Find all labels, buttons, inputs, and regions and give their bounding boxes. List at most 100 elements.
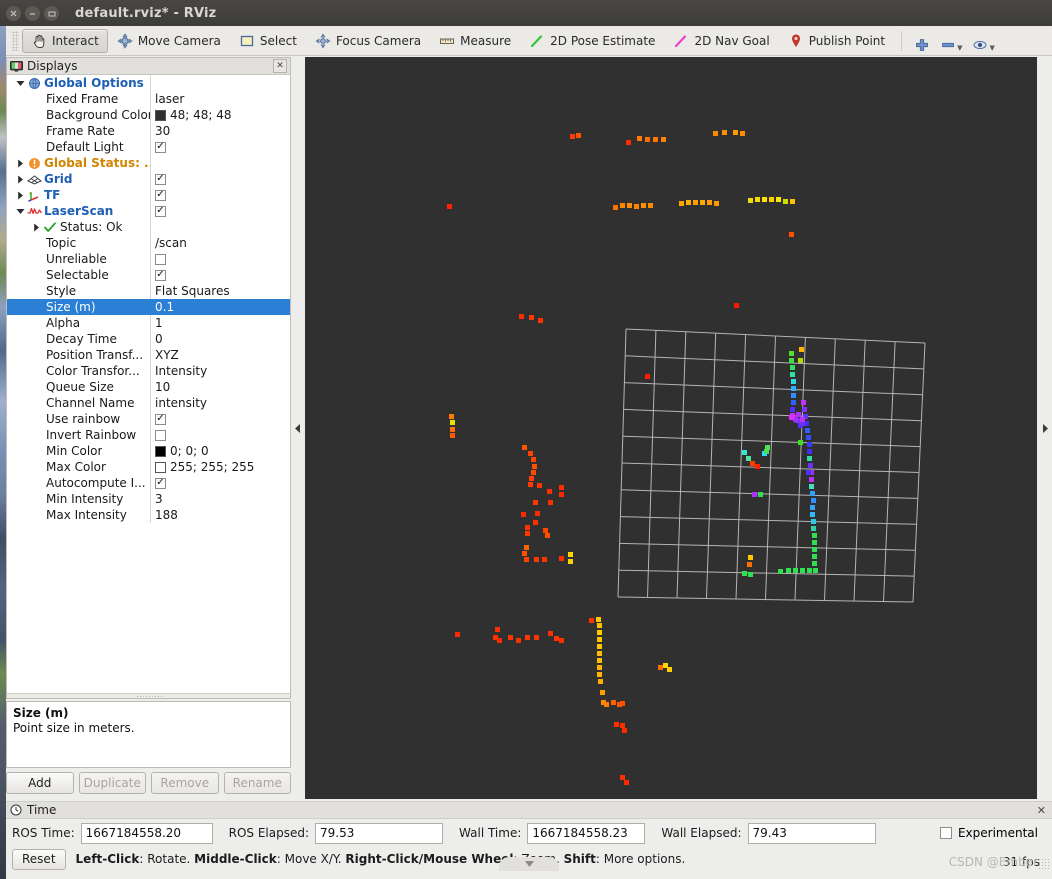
reset-button[interactable]: Reset	[12, 848, 66, 870]
color-swatch[interactable]	[155, 109, 166, 121]
tool-move-camera[interactable]: Move Camera	[108, 29, 230, 53]
close-icon[interactable]: ✕	[1037, 804, 1048, 817]
display-row[interactable]: Decay Time 0	[7, 331, 290, 347]
display-row-value-cell[interactable]: XYZ	[150, 347, 290, 363]
chevron-down-icon[interactable]: ▼	[989, 44, 994, 52]
display-enabled-checkbox[interactable]: ✓	[155, 173, 166, 185]
add-button[interactable]: Add	[6, 772, 74, 794]
display-row-value-cell[interactable]: 0; 0; 0	[150, 443, 290, 459]
display-row[interactable]: Selectable ✓	[7, 267, 290, 283]
display-row[interactable]: Channel Name intensity	[7, 395, 290, 411]
tool-select[interactable]: Select	[230, 29, 306, 53]
color-swatch[interactable]	[155, 461, 166, 473]
display-row-value-cell[interactable]: 30	[150, 123, 290, 139]
display-enabled-checkbox[interactable]: ✓	[155, 269, 166, 281]
display-row[interactable]: Size (m) 0.1	[7, 299, 290, 315]
chevron-right-icon[interactable]	[31, 223, 42, 232]
display-row-value-cell[interactable]: ✓	[150, 171, 290, 187]
chevron-right-icon[interactable]	[15, 191, 26, 200]
display-row[interactable]: Fixed Frame laser	[7, 91, 290, 107]
chevron-down-icon[interactable]: ▼	[957, 44, 962, 52]
tool-focus-camera[interactable]: Focus Camera	[306, 29, 430, 53]
display-enabled-checkbox[interactable]: ✓	[155, 189, 166, 201]
display-row[interactable]: Queue Size 10	[7, 379, 290, 395]
display-row-value-cell[interactable]: 255; 255; 255	[150, 459, 290, 475]
tool-publish-point[interactable]: Publish Point	[779, 29, 894, 53]
display-row[interactable]: TF ✓	[7, 187, 290, 203]
3d-render-view[interactable]	[304, 57, 1037, 799]
display-row[interactable]: Global Options	[7, 75, 290, 91]
display-row[interactable]: Unreliable	[7, 251, 290, 267]
chevron-down-icon[interactable]	[15, 208, 26, 215]
display-row-value-cell[interactable]: ✓	[150, 411, 290, 427]
display-enabled-checkbox[interactable]: ✓	[155, 141, 166, 153]
chevron-down-icon[interactable]	[15, 80, 26, 87]
right-panel-collapse-handle[interactable]	[1037, 57, 1051, 799]
display-row-value-cell[interactable]: /scan	[150, 235, 290, 251]
display-enabled-checkbox[interactable]	[155, 253, 166, 265]
wall-time-input[interactable]: 1667184558.23	[527, 822, 646, 844]
display-row[interactable]: Background Color 48; 48; 48	[7, 107, 290, 123]
display-enabled-checkbox[interactable]: ✓	[155, 205, 166, 217]
display-row[interactable]: Min Color 0; 0; 0	[7, 443, 290, 459]
display-row-value-cell[interactable]	[150, 75, 290, 91]
display-row[interactable]: Invert Rainbow	[7, 427, 290, 443]
tool-2d-nav-goal[interactable]: 2D Nav Goal	[664, 29, 778, 53]
display-enabled-checkbox[interactable]	[155, 429, 166, 441]
experimental-checkbox[interactable]	[939, 827, 952, 839]
display-row-value-cell[interactable]: ✓	[150, 267, 290, 283]
display-row-value-cell[interactable]: ✓	[150, 203, 290, 219]
ros-elapsed-input[interactable]: 79.53	[315, 822, 444, 844]
maximize-icon[interactable]	[44, 5, 59, 21]
display-row-value-cell[interactable]: ✓	[150, 475, 290, 491]
display-row-value-cell[interactable]: 48; 48; 48	[150, 107, 290, 123]
display-row[interactable]: Status: Ok	[7, 219, 290, 235]
display-row-value-cell[interactable]: 0	[150, 331, 290, 347]
tool-2d-pose-estimate[interactable]: 2D Pose Estimate	[520, 29, 664, 53]
minimize-icon[interactable]	[25, 5, 40, 21]
display-row-value-cell[interactable]: Flat Squares	[150, 283, 290, 299]
display-row[interactable]: Style Flat Squares	[7, 283, 290, 299]
display-row[interactable]: Default Light ✓	[7, 139, 290, 155]
ros-time-input[interactable]: 1667184558.20	[80, 822, 213, 844]
display-enabled-checkbox[interactable]: ✓	[155, 413, 166, 425]
display-row[interactable]: Grid ✓	[7, 171, 290, 187]
view-tool-button[interactable]: ▼	[967, 29, 999, 53]
left-panel-collapse-handle[interactable]	[291, 57, 305, 799]
display-row[interactable]: Alpha 1	[7, 315, 290, 331]
display-row-value-cell[interactable]: Intensity	[150, 363, 290, 379]
chevron-right-icon[interactable]	[15, 159, 26, 168]
display-row-value-cell[interactable]: intensity	[150, 395, 290, 411]
panel-tab-nub[interactable]	[499, 857, 559, 871]
wall-elapsed-input[interactable]: 79.43	[747, 822, 876, 844]
close-icon[interactable]	[6, 5, 21, 21]
experimental-toggle[interactable]: Experimental	[939, 826, 1046, 840]
display-enabled-checkbox[interactable]: ✓	[155, 477, 166, 489]
display-row-value-cell[interactable]: laser	[150, 91, 290, 107]
chevron-right-icon[interactable]	[15, 175, 26, 184]
remove-tool-button[interactable]: ▼	[935, 29, 967, 53]
display-row[interactable]: Global Status: ...	[7, 155, 290, 171]
display-row-value-cell[interactable]	[150, 427, 290, 443]
displays-tree[interactable]: Global Options Fixed Frame laser Background…	[7, 75, 290, 693]
close-icon[interactable]: ✕	[273, 59, 287, 73]
display-row-value-cell[interactable]: 3	[150, 491, 290, 507]
display-row-value-cell[interactable]	[150, 155, 290, 171]
display-row[interactable]: LaserScan ✓	[7, 203, 290, 219]
display-row-value-cell[interactable]	[150, 219, 290, 235]
display-row[interactable]: Position Transf... XYZ	[7, 347, 290, 363]
display-row[interactable]: Color Transfor... Intensity	[7, 363, 290, 379]
display-row[interactable]: Max Intensity 188	[7, 507, 290, 523]
display-row[interactable]: Topic/scan	[7, 235, 290, 251]
panel-splitter[interactable]	[7, 693, 290, 698]
tool-interact[interactable]: Interact	[22, 28, 108, 53]
tool-measure[interactable]: Measure	[430, 29, 520, 53]
display-row[interactable]: Frame Rate 30	[7, 123, 290, 139]
display-row[interactable]: Autocompute I... ✓	[7, 475, 290, 491]
display-row[interactable]: Use rainbow ✓	[7, 411, 290, 427]
add-tool-button[interactable]	[909, 29, 935, 53]
display-row-value-cell[interactable]: ✓	[150, 139, 290, 155]
display-row-value-cell[interactable]: ✓	[150, 187, 290, 203]
display-row-value-cell[interactable]: 188	[150, 507, 290, 523]
display-row-value-cell[interactable]	[150, 251, 290, 267]
